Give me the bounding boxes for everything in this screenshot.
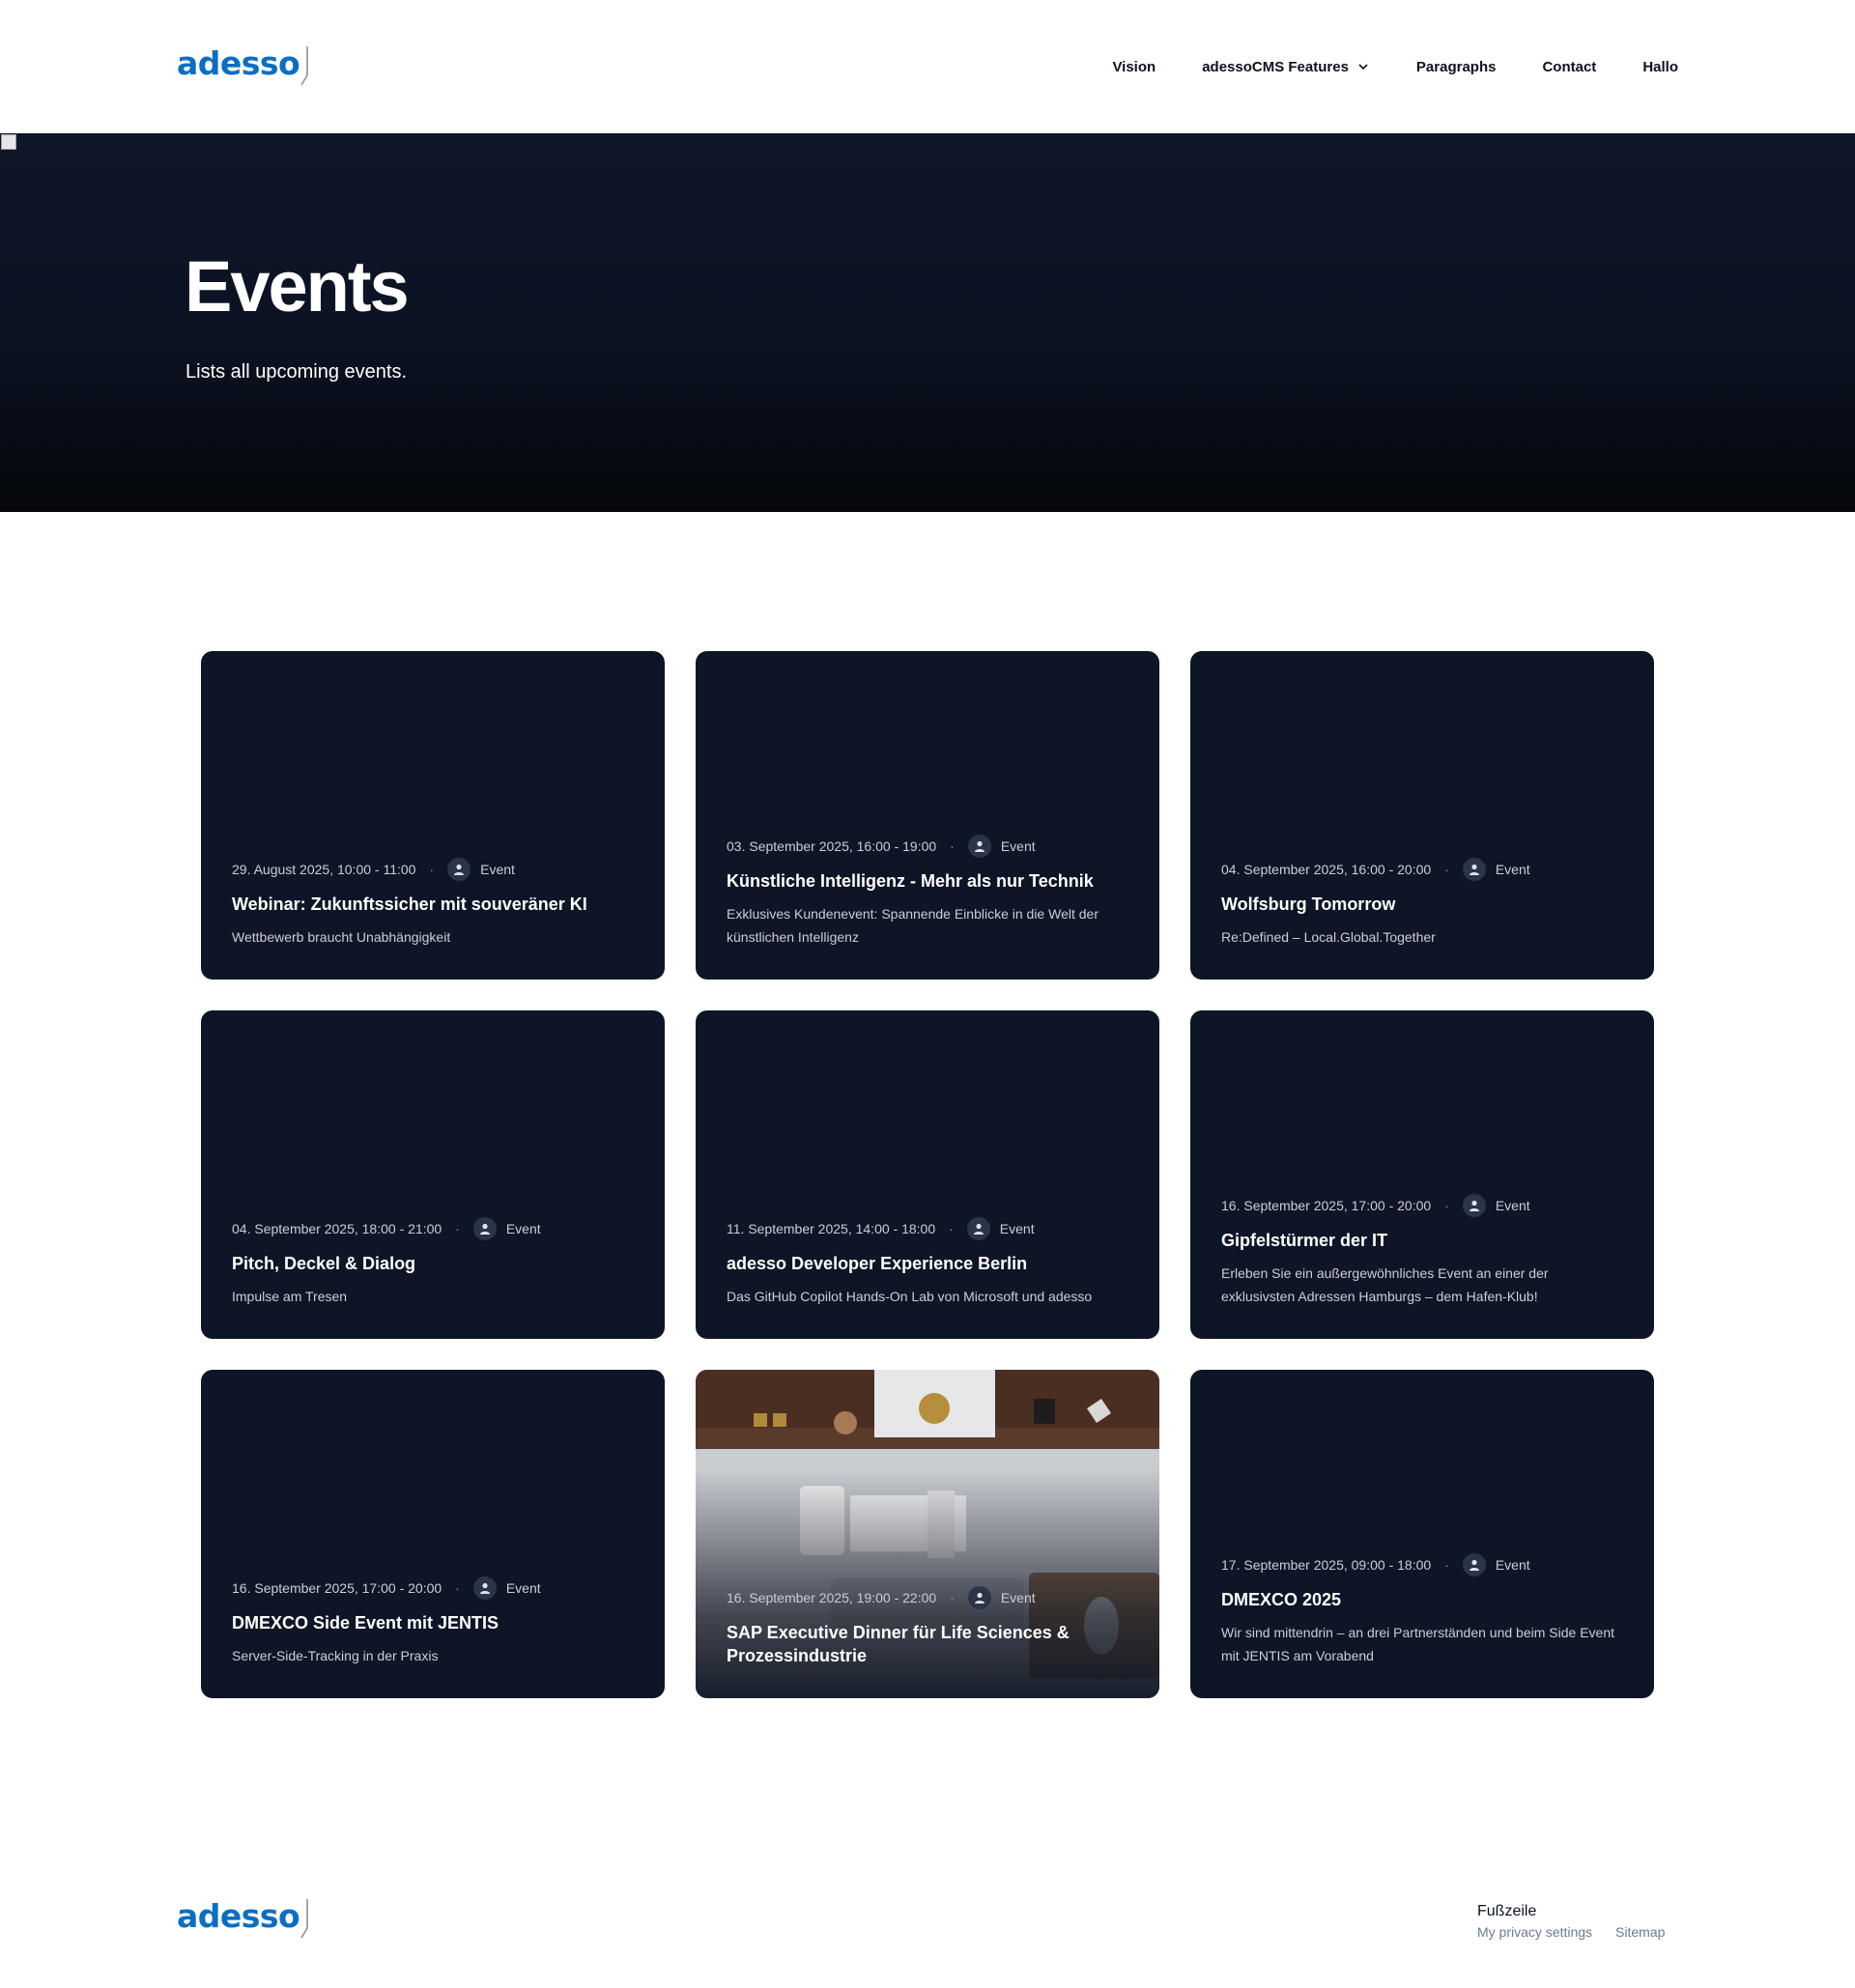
footer-title: Fußzeile (1477, 1903, 1537, 1919)
event-description: Wettbewerb braucht Unabhängigkeit (232, 929, 451, 945)
user-icon (1462, 1194, 1486, 1217)
adesso-logo[interactable]: adesso (177, 44, 311, 87)
event-date: 16. September 2025, 17:00 - 20:00 (232, 1580, 442, 1596)
event-date: 03. September 2025, 16:00 - 19:00 (727, 838, 937, 854)
chevron-down-icon (1358, 64, 1368, 71)
adesso-logo[interactable]: adesso (177, 1897, 311, 1940)
nav-item-hallo[interactable]: Hallo (1642, 59, 1678, 75)
event-type: Event (480, 862, 515, 877)
user-icon (966, 1217, 990, 1240)
event-date: 11. September 2025, 14:00 - 18:00 (727, 1221, 936, 1236)
event-card[interactable]: 04. September 2025, 16:00 - 20:00 · Even… (1190, 651, 1654, 980)
user-icon (447, 858, 471, 881)
event-card[interactable]: 11. September 2025, 14:00 - 18:00 · Even… (696, 1010, 1159, 1339)
footer-nav: Fußzeile My privacy settings Sitemap (1477, 1903, 1665, 1940)
event-type: Event (1495, 1198, 1530, 1213)
hero-banner: Events Lists all upcoming events. (0, 133, 1855, 512)
nav-item-contact[interactable]: Contact (1542, 59, 1596, 75)
event-type: Event (505, 1580, 541, 1596)
privacy-settings-link[interactable]: My privacy settings (1477, 1924, 1592, 1940)
event-type: Event (505, 1221, 541, 1236)
user-icon (967, 835, 991, 858)
site-footer: adesso Fußzeile My privacy settings Site… (0, 1884, 1855, 1988)
event-title: Pitch, Deckel & Dialog (232, 1254, 416, 1273)
event-date: 16. September 2025, 19:00 - 22:00 (727, 1590, 937, 1605)
sitemap-link[interactable]: Sitemap (1615, 1924, 1665, 1940)
event-description: Wir sind mittendrin – an drei Partnerstä… (1221, 1625, 1614, 1663)
site-header: adesso Vision adessoCMS Features Paragra… (0, 0, 1855, 133)
logo-mark-icon (300, 1899, 309, 1939)
event-type: Event (1495, 862, 1530, 877)
user-icon (1462, 1553, 1486, 1576)
event-title: Künstliche Intelligenz - Mehr als nur Te… (727, 871, 1094, 891)
nav-item-label: adessoCMS Features (1202, 58, 1349, 75)
logo-wordmark: adesso (177, 44, 300, 82)
event-card[interactable]: 16. September 2025, 17:00 - 20:00 · Even… (1190, 1010, 1654, 1339)
event-title: adesso Developer Experience Berlin (727, 1254, 1028, 1273)
event-type: Event (1000, 1590, 1036, 1605)
event-date: 29. August 2025, 10:00 - 11:00 (232, 862, 416, 877)
event-description: Erleben Sie ein außergewöhnliches Event … (1221, 1265, 1549, 1304)
event-card[interactable]: 17. September 2025, 09:00 - 18:00 · Even… (1190, 1370, 1654, 1698)
event-title: Gipfelstürmer der IT (1221, 1231, 1388, 1250)
event-card[interactable]: 16. September 2025, 19:00 - 22:00 · Even… (696, 1370, 1159, 1698)
user-icon (967, 1586, 991, 1609)
user-icon (1462, 858, 1486, 881)
page-title: Events (185, 246, 410, 327)
nav-item-paragraphs[interactable]: Paragraphs (1416, 59, 1497, 75)
nav-item-label: Hallo (1642, 58, 1678, 75)
logo-wordmark: adesso (177, 1897, 300, 1935)
event-date: 04. September 2025, 16:00 - 20:00 (1221, 862, 1432, 877)
event-description: Impulse am Tresen (232, 1289, 348, 1304)
nav-item-vision[interactable]: Vision (1112, 59, 1156, 75)
broken-image-icon (1, 134, 16, 150)
user-icon (472, 1217, 497, 1240)
event-title: DMEXCO 2025 (1221, 1590, 1342, 1609)
page-subtitle: Lists all upcoming events. (186, 361, 408, 383)
event-date: 17. September 2025, 09:00 - 18:00 (1221, 1557, 1432, 1573)
event-title: Webinar: Zukunftssicher mit souveräner K… (232, 895, 587, 914)
event-title: Wolfsburg Tomorrow (1221, 895, 1396, 914)
event-title: DMEXCO Side Event mit JENTIS (232, 1613, 499, 1633)
nav-item-label: Contact (1542, 58, 1597, 75)
event-description: Re:Defined – Local.Global.Together (1221, 929, 1436, 945)
event-type: Event (1495, 1557, 1530, 1573)
nav-item-label: Vision (1112, 58, 1156, 75)
event-date: 04. September 2025, 18:00 - 21:00 (232, 1221, 442, 1236)
nav-item-adessocms-features[interactable]: adessoCMS Features (1202, 59, 1370, 75)
events-grid: 29. August 2025, 10:00 - 11:00 · Event W… (201, 651, 1654, 1698)
event-description: Das GitHub Copilot Hands-On Lab von Micr… (727, 1289, 1093, 1304)
event-type: Event (999, 1221, 1035, 1236)
event-title: SAP Executive Dinner für Life Sciences &… (727, 1623, 1070, 1665)
event-card[interactable]: 29. August 2025, 10:00 - 11:00 · Event W… (201, 651, 665, 980)
user-icon (472, 1576, 497, 1600)
event-card[interactable]: 03. September 2025, 16:00 - 19:00 · Even… (696, 651, 1159, 980)
event-description: Exklusives Kundenevent: Spannende Einbli… (727, 906, 1099, 945)
event-description: Server-Side-Tracking in der Praxis (232, 1648, 439, 1663)
nav-item-label: Paragraphs (1415, 58, 1497, 75)
main-nav: Vision adessoCMS Features Paragraphs Con… (1112, 54, 1678, 79)
event-date: 16. September 2025, 17:00 - 20:00 (1221, 1198, 1432, 1213)
event-card[interactable]: 04. September 2025, 18:00 - 21:00 · Even… (201, 1010, 665, 1339)
logo-mark-icon (300, 46, 309, 86)
event-type: Event (1000, 838, 1036, 854)
event-card[interactable]: 16. September 2025, 17:00 - 20:00 · Even… (201, 1370, 665, 1698)
